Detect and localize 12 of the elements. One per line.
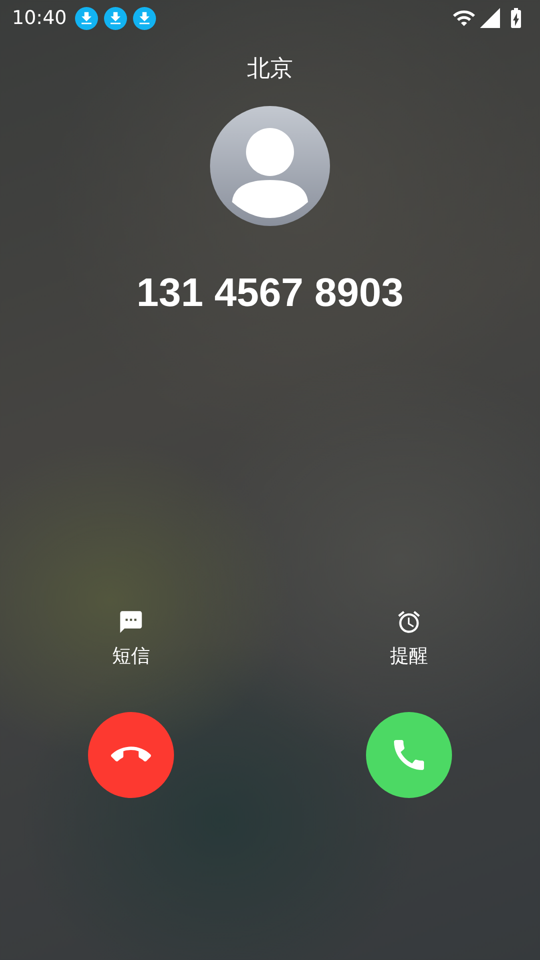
download-icon: [132, 6, 156, 30]
status-time: 10:40: [12, 7, 67, 29]
caller-location: 北京: [247, 55, 293, 84]
download-icon: [104, 6, 127, 30]
phone-number: 131 4567 8903: [136, 271, 404, 316]
action-label[interactable]: 提醒: [390, 643, 428, 669]
message-icon[interactable]: [118, 609, 144, 635]
signal-icon: [478, 6, 502, 30]
alarm-clock-icon[interactable]: [396, 609, 422, 635]
avatar-icon: [210, 106, 330, 226]
download-icon: [74, 6, 98, 30]
action-label[interactable]: 短信: [112, 643, 150, 669]
